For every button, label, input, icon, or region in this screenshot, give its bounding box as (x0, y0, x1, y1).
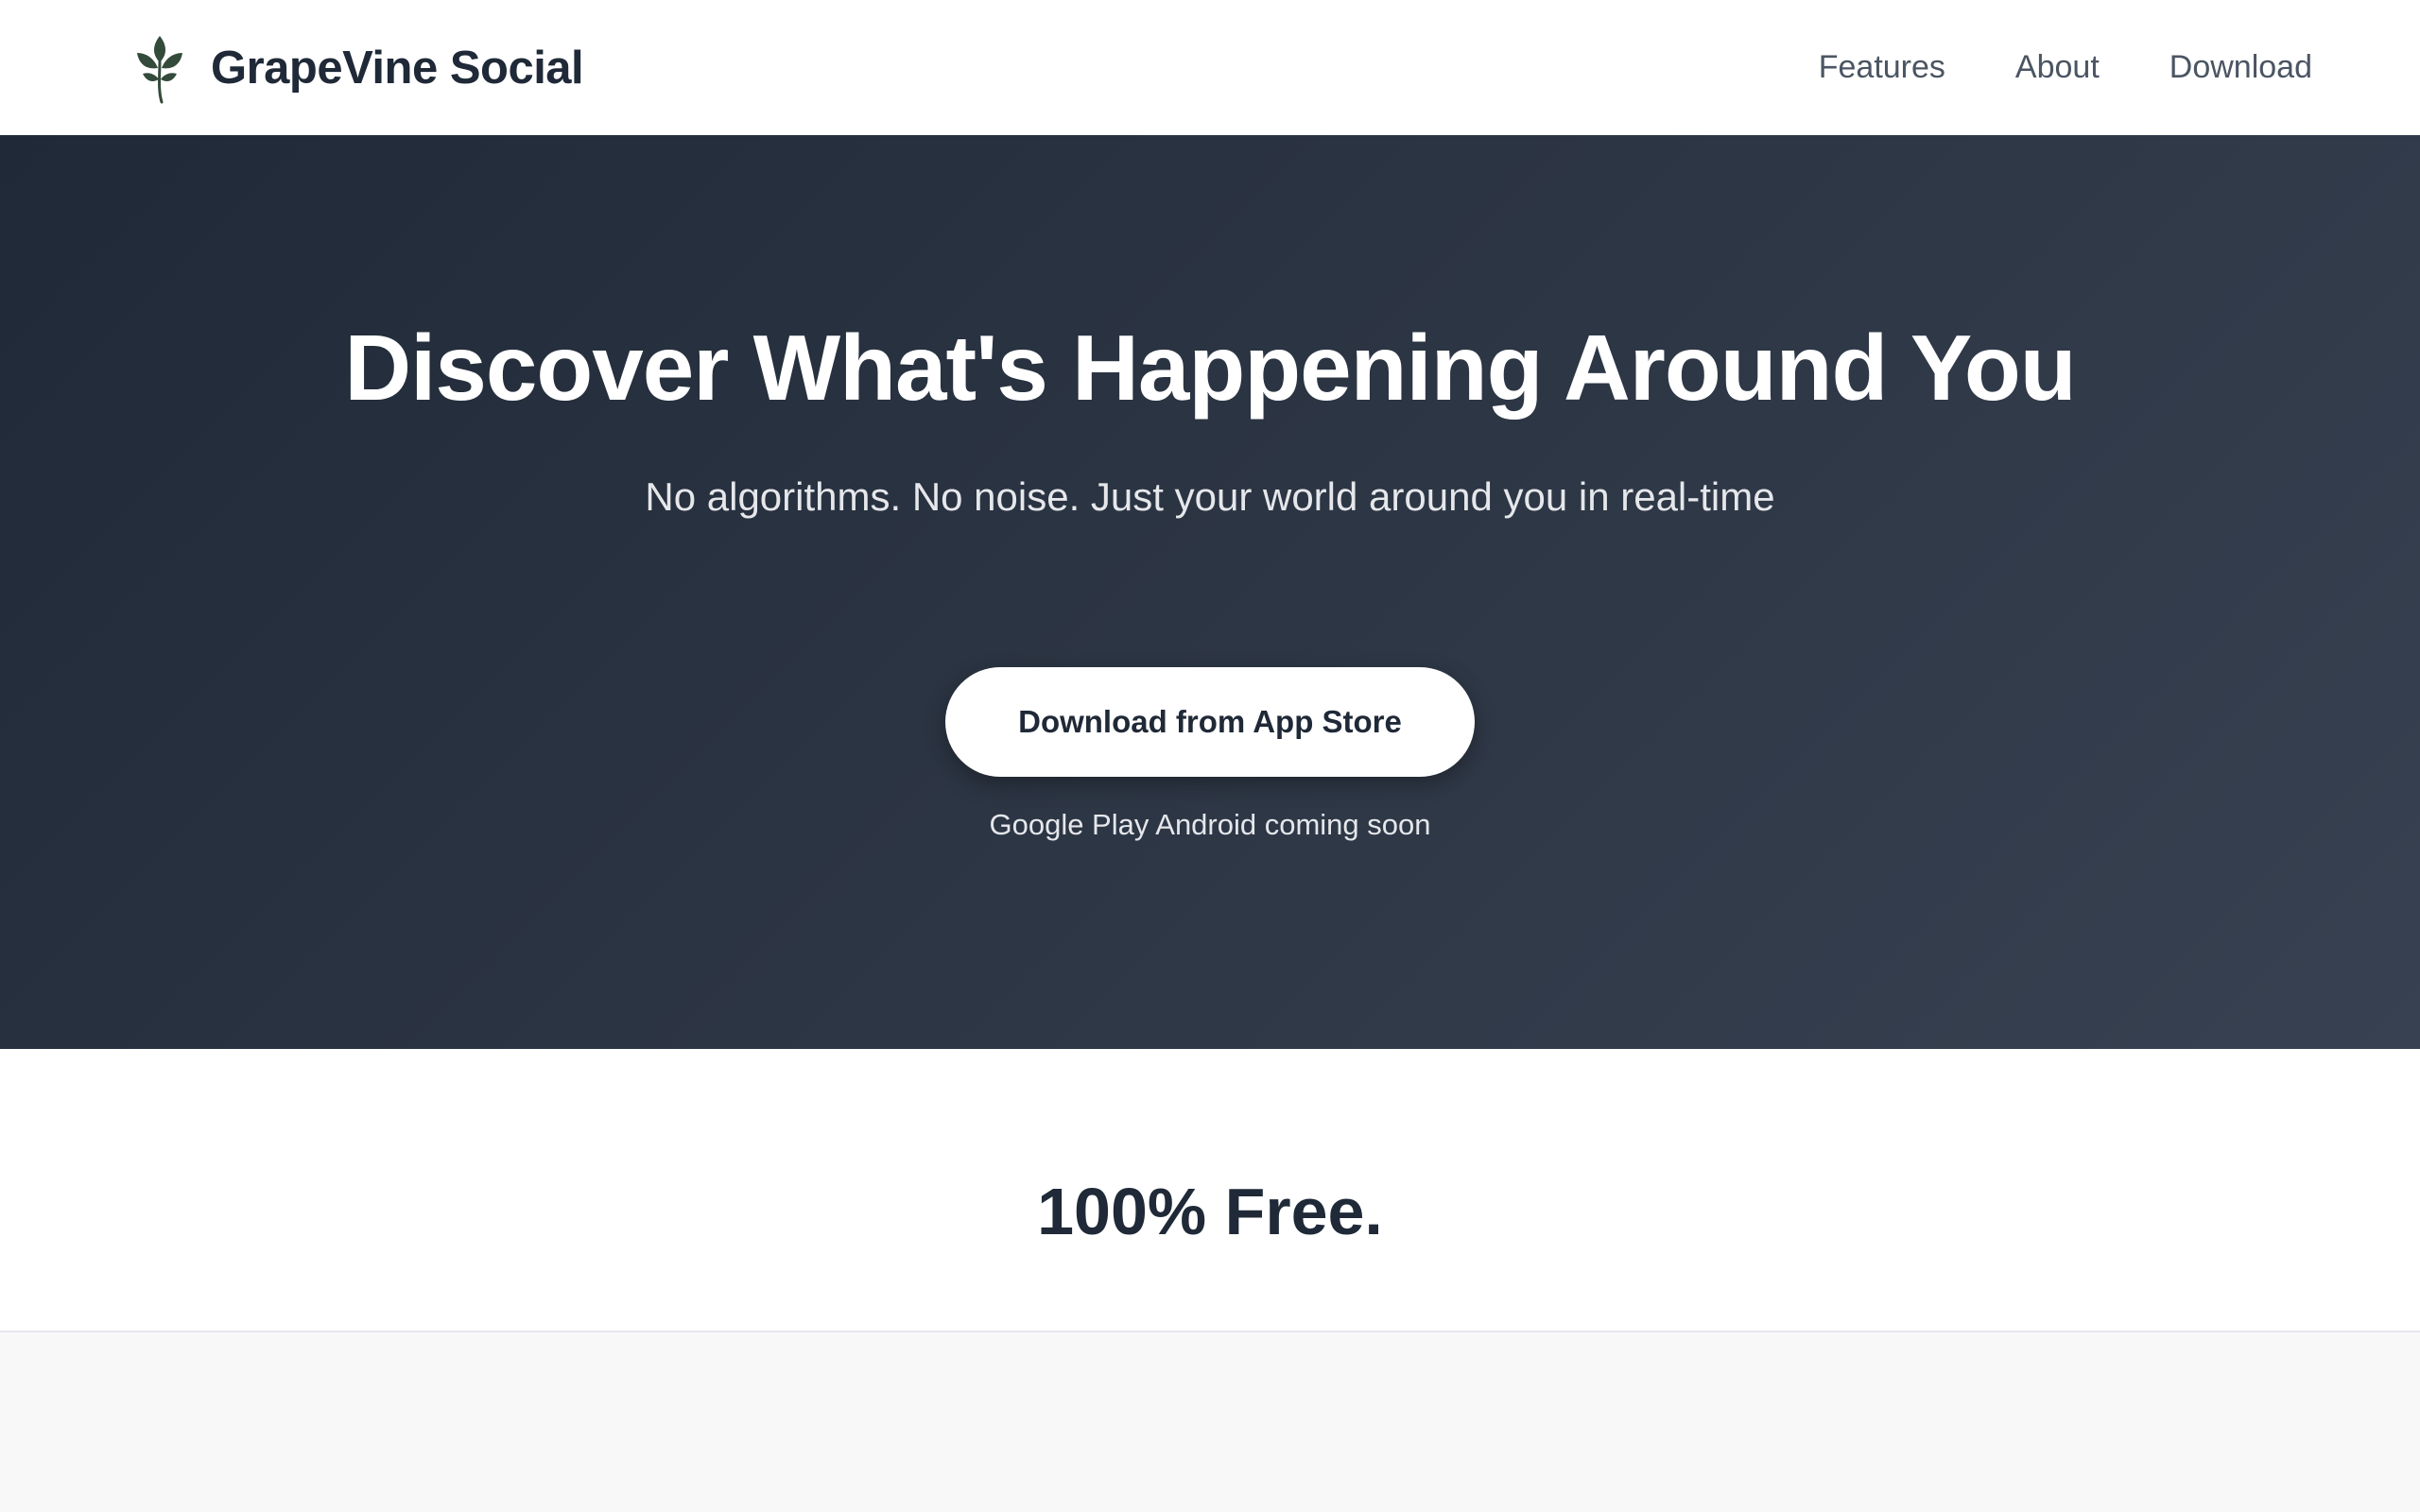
app-store-download-button[interactable]: Download from App Store (945, 667, 1475, 777)
hero-title: Discover What's Happening Around You (344, 316, 2076, 420)
nav-item-download[interactable]: Download (2169, 49, 2312, 86)
pricing-title: 100% Free. (1037, 1175, 1383, 1248)
hero-subtitle: No algorithms. No noise. Just your world… (645, 474, 1775, 519)
brand-name: GrapeVine Social (211, 42, 584, 94)
brand[interactable]: GrapeVine Social (131, 32, 584, 104)
next-section (0, 1332, 2420, 1512)
pricing-section: 100% Free. (0, 1049, 2420, 1332)
nav-item-about[interactable]: About (2015, 49, 2100, 86)
top-navbar: GrapeVine Social Features About Download (0, 0, 2420, 135)
nav-item-features[interactable]: Features (1819, 49, 1945, 86)
hero-section: Discover What's Happening Around You No … (0, 135, 2420, 1049)
android-coming-soon-note: Google Play Android coming soon (989, 808, 1431, 841)
leaf-icon (131, 32, 188, 104)
nav-links: Features About Download (1819, 49, 2312, 86)
